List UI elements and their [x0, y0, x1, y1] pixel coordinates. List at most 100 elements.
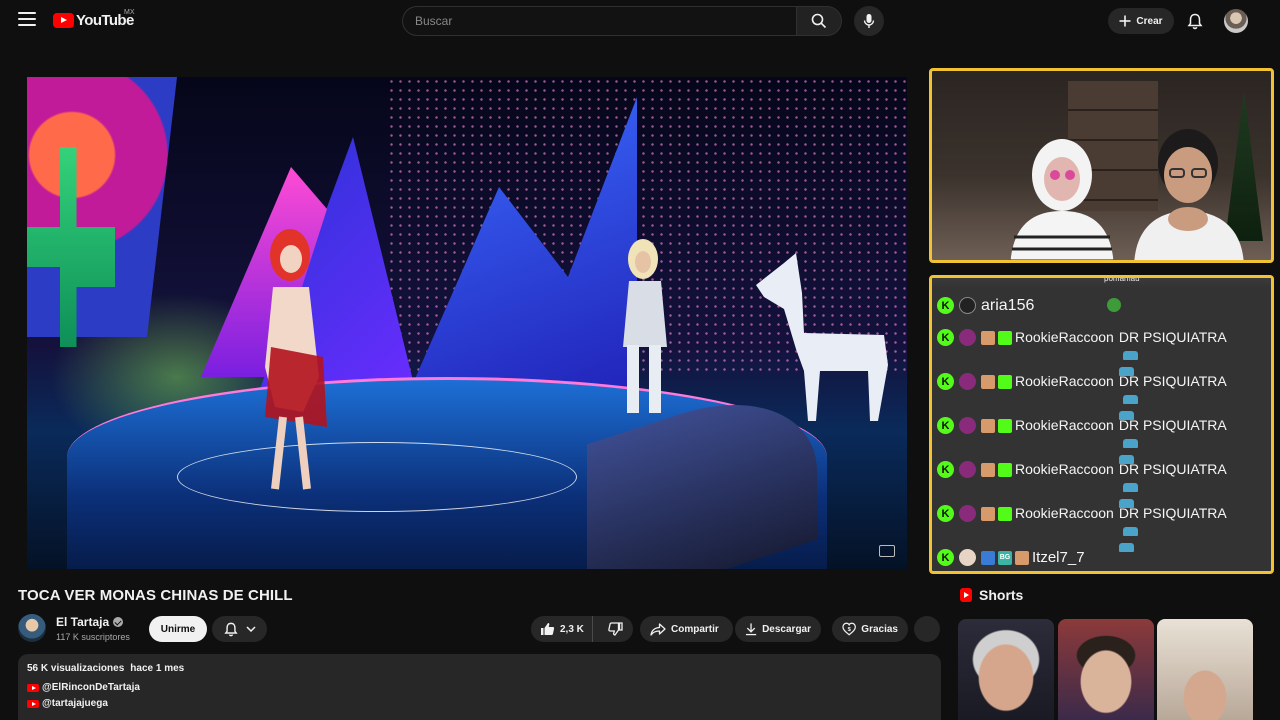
short-card[interactable]	[1157, 619, 1253, 720]
description-link[interactable]: @ElRinconDeTartaja	[27, 682, 932, 693]
chat-overlay: pomamau K aria156 K RookieRaccoon DR PSI…	[929, 275, 1274, 574]
chat-message: K aria156	[937, 297, 1249, 314]
search-icon	[811, 13, 827, 29]
download-button[interactable]: Descargar	[735, 616, 821, 642]
chat-message: K RookieRaccoon DR PSIQUIATRA	[937, 417, 1239, 464]
sub-badge-icon	[981, 331, 995, 345]
car-emote-icon	[1122, 438, 1138, 448]
video-player[interactable]	[27, 77, 907, 569]
chat-message: K RookieRaccoon DR PSIQUIATRA	[937, 461, 1239, 508]
thanks-label: Gracias	[861, 623, 898, 635]
view-count: 56 K visualizaciones	[27, 663, 125, 674]
chat-message: K BG Itzel7_7	[937, 549, 1210, 566]
gift-badge-icon	[998, 331, 1012, 345]
sub-badge-icon	[981, 375, 995, 389]
chat-text: DR PSIQUIATRA	[1118, 461, 1227, 477]
car-emote-icon	[1122, 394, 1138, 404]
short-card[interactable]	[1058, 619, 1154, 720]
user-avatar	[959, 329, 976, 346]
dislike-button[interactable]	[598, 616, 633, 642]
chat-text: DR PSIQUIATRA	[1118, 505, 1227, 521]
car-emote-icon	[1122, 526, 1138, 536]
upload-date: hace 1 mes	[130, 663, 185, 674]
video-title: TOCA VER MONAS CHINAS DE CHILL	[18, 587, 293, 604]
kick-badge-icon: K	[937, 549, 954, 566]
gift-badge-icon	[998, 419, 1012, 433]
stage-backdrop-shape	[27, 77, 177, 337]
chat-message: K RookieRaccoon DR PSIQUIATRA	[937, 505, 1239, 552]
mic-icon	[863, 14, 875, 28]
bell-icon	[223, 622, 238, 636]
description-link-text: @ElRinconDeTartaja	[42, 682, 140, 693]
streamer-left	[1010, 139, 1114, 260]
chat-username: aria156	[981, 297, 1035, 314]
chat-text-wrap: DR PSIQUIATRA	[1118, 505, 1239, 552]
chat-username: RookieRaccoon	[1015, 417, 1114, 433]
shorts-header: Shorts	[960, 587, 1023, 603]
notifications-button[interactable]	[1183, 9, 1207, 33]
menu-button[interactable]	[18, 12, 36, 28]
user-avatar	[959, 417, 976, 434]
chat-text-wrap: DR PSIQUIATRA	[1118, 417, 1239, 464]
svg-text:$: $	[848, 627, 852, 633]
gift-badge-icon	[998, 463, 1012, 477]
top-bar: YouTube MX Crear	[0, 0, 1280, 42]
kick-badge-icon: K	[937, 505, 954, 522]
more-actions-button[interactable]	[914, 616, 940, 642]
thanks-icon: $	[842, 622, 856, 636]
kick-badge-icon: K	[937, 297, 954, 314]
search-input[interactable]	[402, 6, 796, 36]
search-bar	[402, 6, 842, 36]
user-avatar	[959, 461, 976, 478]
shorts-icon	[960, 588, 972, 602]
country-code: MX	[124, 9, 135, 16]
verified-icon	[113, 617, 124, 627]
voice-search-button[interactable]	[854, 6, 884, 36]
user-avatar	[959, 373, 976, 390]
channel-name-link[interactable]: El Tartaja	[56, 615, 124, 629]
chevron-down-icon	[245, 626, 256, 632]
chat-text: DR PSIQUIATRA	[1118, 373, 1227, 389]
thanks-button[interactable]: $ Gracias	[832, 616, 908, 642]
channel-avatar[interactable]	[18, 614, 46, 642]
dislike-icon	[608, 622, 623, 636]
car-emote-icon	[1122, 350, 1138, 360]
horse-statue	[756, 253, 888, 421]
kick-badge-icon: K	[937, 461, 954, 478]
chat-username: Itzel7_7	[1032, 549, 1085, 566]
streamer-right	[1134, 129, 1244, 260]
youtube-icon	[27, 699, 39, 708]
kick-badge-icon: K	[937, 373, 954, 390]
sub-badge-icon	[981, 419, 995, 433]
plus-icon	[1119, 15, 1131, 27]
youtube-logo[interactable]: YouTube MX	[53, 9, 135, 29]
search-button[interactable]	[796, 6, 842, 36]
channel-watermark-icon	[879, 545, 895, 557]
sub-badge-icon	[981, 463, 995, 477]
car-emote-icon	[1122, 482, 1138, 492]
join-button[interactable]: Unirme	[149, 616, 207, 642]
description-stats: 56 K visualizaciones hace 1 mes	[27, 663, 932, 674]
kick-badge-icon: K	[937, 417, 954, 434]
sub-badge-icon	[1015, 551, 1029, 565]
chat-username: RookieRaccoon	[1015, 461, 1114, 477]
short-card[interactable]	[958, 619, 1054, 720]
description-link[interactable]: @tartajajuega	[27, 698, 932, 709]
create-button[interactable]: Crear	[1108, 8, 1174, 34]
create-label: Crear	[1136, 15, 1163, 27]
share-label: Compartir	[671, 623, 719, 635]
sword-badge-icon	[981, 551, 995, 565]
chat-partial-message: pomamau	[932, 278, 1271, 288]
subscription-notifications-button[interactable]	[212, 616, 267, 642]
description-box[interactable]: 56 K visualizaciones hace 1 mes @ElRinco…	[18, 654, 941, 720]
like-icon	[541, 623, 555, 635]
share-button[interactable]: Compartir	[640, 616, 733, 642]
user-avatar	[959, 297, 976, 314]
chat-username: RookieRaccoon	[1015, 329, 1114, 345]
account-avatar[interactable]	[1224, 9, 1248, 33]
gift-badge-icon	[998, 507, 1012, 521]
like-button[interactable]: 2,3 K	[531, 616, 593, 642]
chat-text: DR PSIQUIATRA	[1118, 329, 1227, 345]
chat-message: K RookieRaccoon DR PSIQUIATRA	[937, 329, 1239, 376]
subscriber-count: 117 K suscriptores	[56, 632, 130, 642]
